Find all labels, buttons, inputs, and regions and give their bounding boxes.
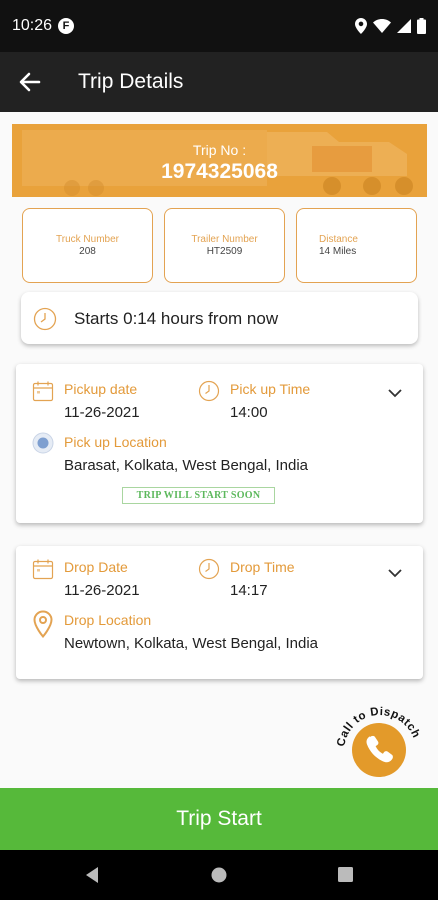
truck-number-card: Truck Number 208 [22,208,153,283]
battery-icon [417,18,426,34]
drop-location-label: Drop Location [64,612,152,628]
back-arrow-icon [19,72,41,92]
drop-card[interactable]: Drop Date 11-26-2021 Drop Time 14:17 Dro… [16,546,423,679]
distance-label: Distance [319,234,358,245]
status-icons [355,16,426,36]
drop-date-label: Drop Date [64,559,128,575]
app-bar: Trip Details [0,52,438,112]
nav-home-icon[interactable] [211,867,227,883]
trip-number: 1974325068 [161,160,278,183]
map-pin-icon [33,610,53,638]
truck-number-label: Truck Number [56,234,119,245]
clock-icon [33,307,57,331]
trip-status-badge: TRIP WILL START SOON [122,487,275,504]
calendar-icon [32,559,54,580]
chevron-down-icon[interactable] [387,388,403,398]
system-nav-bar [0,850,438,900]
trailer-number-value: HT2509 [206,246,243,257]
call-dispatch-button[interactable]: Call to Dispatch [332,697,428,789]
trip-start-button[interactable]: Trip Start [0,788,438,850]
radio-location-icon [32,432,54,454]
nav-back-icon[interactable] [84,866,100,884]
trip-banner: Trip No : 1974325068 [12,124,427,197]
location-icon [355,18,367,34]
app-notification-icon: F [58,18,74,34]
back-button[interactable] [16,68,44,96]
status-bar: 10:26 F [0,0,438,52]
calendar-icon [32,381,54,402]
distance-value: 14 Miles [319,246,357,257]
pickup-time-value: 14:00 [230,404,268,421]
drop-location-value: Newtown, Kolkata, West Bengal, India [64,635,319,652]
pickup-card[interactable]: Pickup date 11-26-2021 Pick up Time 14:0… [16,364,423,523]
pickup-date-value: 11-26-2021 [64,404,140,421]
pickup-location-value: Barasat, Kolkata, West Bengal, India [64,457,309,474]
page-title: Trip Details [78,70,184,93]
pickup-location-label: Pick up Location [64,434,167,450]
trip-details-content: Trip No : 1974325068 Truck Number 208 Tr… [0,112,438,788]
drop-time-label: Drop Time [230,559,295,575]
trip-no-label: Trip No : [192,142,247,158]
trip-start-countdown: Starts 0:14 hours from now [21,292,418,344]
chevron-down-icon[interactable] [387,568,403,578]
drop-time-value: 14:17 [230,582,268,599]
nav-recents-icon[interactable] [338,867,353,882]
pickup-time-label: Pick up Time [230,381,311,397]
wifi-icon [373,19,391,33]
signal-icon [397,19,411,33]
call-dispatch-graphic: Call to Dispatch [335,706,422,777]
trailer-number-label: Trailer Number [191,234,258,245]
trailer-number-card: Trailer Number HT2509 [164,208,285,283]
truck-number-value: 208 [79,246,96,257]
distance-card: Distance 14 Miles [296,208,417,283]
status-time: 10:26 [12,17,53,34]
countdown-text: Starts 0:14 hours from now [74,309,279,328]
clock-icon [198,380,220,402]
pickup-date-label: Pickup date [64,381,138,397]
clock-icon [198,558,220,580]
drop-date-value: 11-26-2021 [64,582,140,599]
